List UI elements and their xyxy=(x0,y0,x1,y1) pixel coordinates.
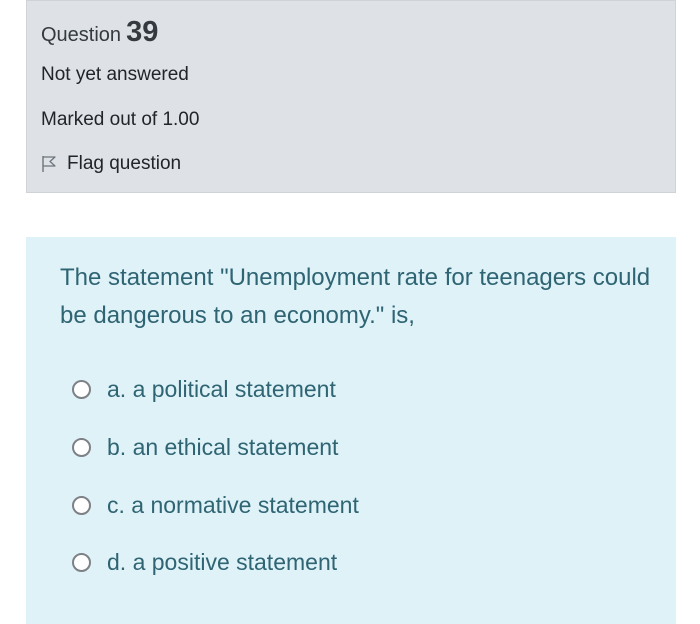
question-state: Not yet answered xyxy=(41,64,189,85)
radio-button-a[interactable] xyxy=(72,380,91,399)
answer-label-c: c. a normative statement xyxy=(107,492,359,518)
flag-icon xyxy=(42,156,56,172)
radio-button-d[interactable] xyxy=(72,553,91,572)
question-info-panel: Question 39 Not yet answered Marked out o… xyxy=(26,0,676,193)
answer-label-a: a. a political statement xyxy=(107,376,336,402)
question-content: The statement "Unemployment rate for tee… xyxy=(26,237,676,624)
answer-option-b[interactable]: b. an ethical statement xyxy=(72,434,338,461)
answer-label-b: b. an ethical statement xyxy=(107,434,339,460)
answer-option-a[interactable]: a. a political statement xyxy=(72,376,336,403)
radio-button-b[interactable] xyxy=(72,438,91,457)
flag-question-label: Flag question xyxy=(67,153,182,174)
question-text: The statement "Unemployment rate for tee… xyxy=(60,264,651,329)
answer-option-c[interactable]: c. a normative statement xyxy=(72,492,359,519)
answer-option-d[interactable]: d. a positive statement xyxy=(72,549,337,576)
radio-button-c[interactable] xyxy=(72,496,91,515)
flag-question-button[interactable]: Flag question xyxy=(41,153,181,175)
question-word: Question xyxy=(41,24,122,46)
question-number: 39 xyxy=(126,16,159,48)
question-number-heading: Question 39 xyxy=(41,16,158,49)
answer-label-d: d. a positive statement xyxy=(107,549,338,575)
question-grade: Marked out of 1.00 xyxy=(41,109,200,130)
